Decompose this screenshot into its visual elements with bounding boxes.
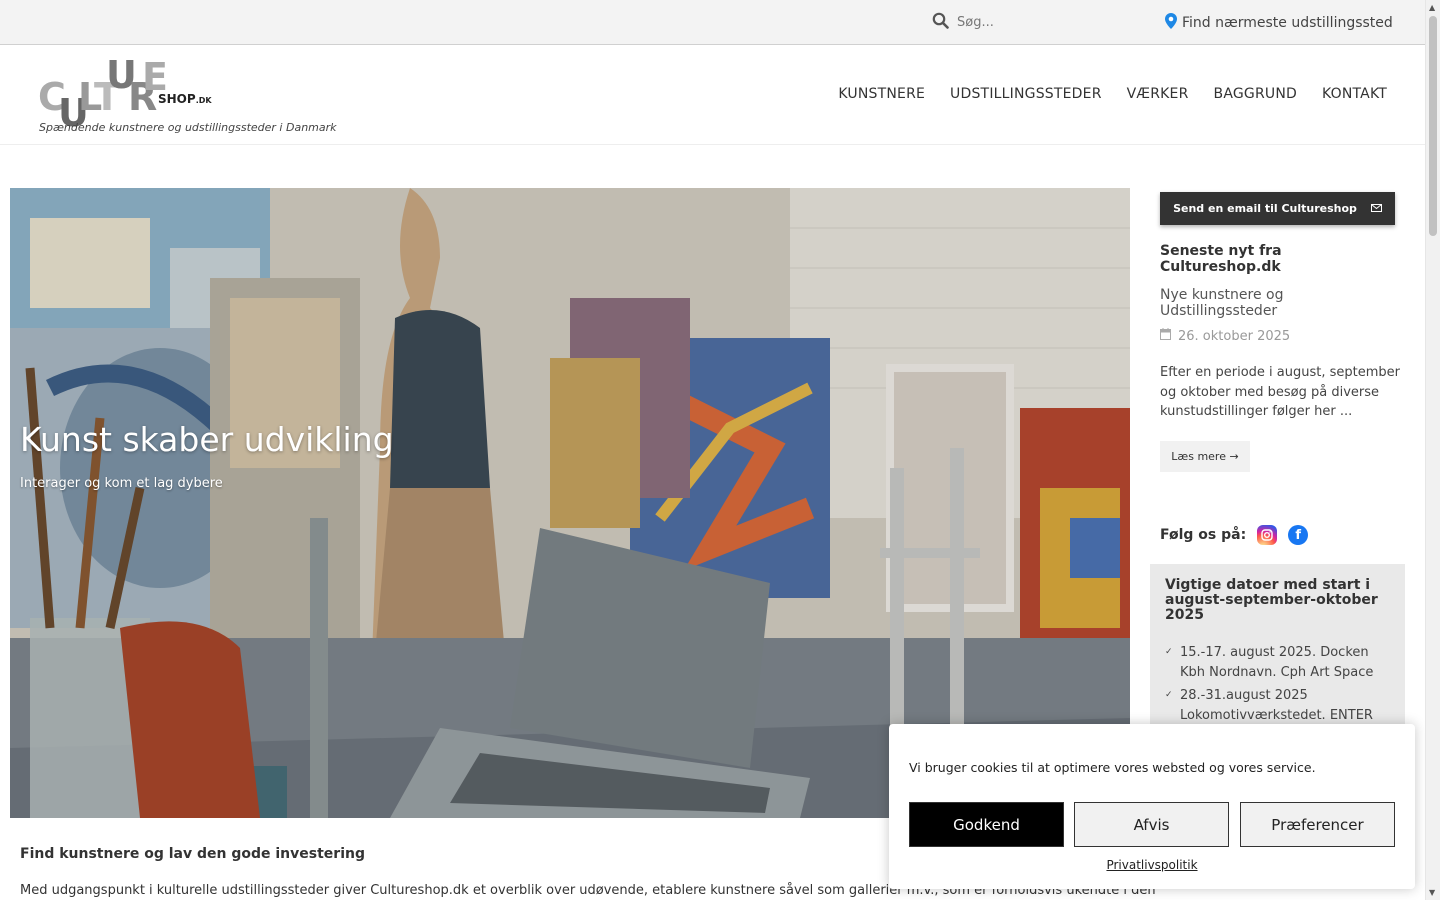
- logo-shop: SHOP.DK: [158, 92, 212, 106]
- cookie-consent-dialog: Vi bruger cookies til at optimere vores …: [889, 724, 1415, 889]
- site-header: C U L T U R E SHOP.DK Spændende kunstner…: [0, 46, 1425, 145]
- follow-us: Følg os på: f: [1160, 525, 1309, 545]
- nav-item-udstillingssteder[interactable]: UDSTILLINGSSTEDER: [950, 86, 1102, 102]
- find-nearest-location-label: Find nærmeste udstillingssted: [1182, 15, 1393, 31]
- privacy-policy-link[interactable]: Privatlivspolitik: [889, 858, 1415, 872]
- cookie-accept-button[interactable]: Godkend: [909, 802, 1064, 847]
- scroll-up-icon[interactable]: ▲: [1429, 3, 1435, 12]
- email-button-label: Send en email til Cultureshop: [1173, 202, 1357, 215]
- news-date-text: 26. oktober 2025: [1178, 328, 1291, 344]
- site-tagline: Spændende kunstnere og udstillingssteder…: [39, 121, 337, 134]
- list-item: 15.-17. august 2025. Docken Kbh Nordnavn…: [1165, 643, 1390, 682]
- find-nearest-location-link[interactable]: Find nærmeste udstillingssted: [1165, 13, 1393, 33]
- hero-subtitle: Interager og kom et lag dybere: [20, 476, 223, 491]
- logo-letter: E: [142, 55, 168, 99]
- scroll-down-icon[interactable]: ▼: [1429, 888, 1435, 897]
- news-post-title[interactable]: Nye kunstnere og Udstillingssteder: [1160, 287, 1340, 319]
- news-heading: Seneste nyt fra Cultureshop.dk: [1160, 243, 1282, 275]
- instagram-icon[interactable]: [1257, 525, 1278, 545]
- search-icon[interactable]: [932, 12, 949, 33]
- section-heading: Find kunstnere og lav den gode investeri…: [20, 846, 365, 862]
- scrollbar-thumb[interactable]: [1429, 16, 1437, 236]
- search-input[interactable]: [957, 15, 1107, 30]
- news-post-excerpt: Efter en periode i august, september og …: [1160, 365, 1400, 419]
- important-dates-box: Vigtige datoer med start i august-septem…: [1150, 564, 1405, 742]
- search-box: [932, 12, 1107, 33]
- site-logo[interactable]: C U L T U R E SHOP.DK: [38, 54, 238, 132]
- cookie-message: Vi bruger cookies til at optimere vores …: [909, 760, 1316, 775]
- nav-item-kontakt[interactable]: KONTAKT: [1322, 86, 1387, 102]
- top-bar: Find nærmeste udstillingssted: [0, 0, 1425, 45]
- news-post-date: 26. oktober 2025: [1160, 328, 1290, 344]
- calendar-icon: [1160, 328, 1171, 344]
- cookie-preferences-button[interactable]: Præferencer: [1240, 802, 1395, 847]
- read-more-button[interactable]: Læs mere →: [1160, 441, 1250, 472]
- location-pin-icon: [1165, 13, 1177, 33]
- follow-label: Følg os på:: [1160, 527, 1247, 543]
- important-dates-title: Vigtige datoer med start i august-septem…: [1165, 577, 1378, 623]
- nav-item-kunstnere[interactable]: KUNSTNERE: [838, 86, 925, 102]
- page: Find nærmeste udstillingssted C U L T U …: [0, 0, 1440, 900]
- cookie-deny-button[interactable]: Afvis: [1074, 802, 1229, 847]
- hero-title: Kunst skaber udvikling: [20, 420, 394, 459]
- mail-icon: [1370, 202, 1382, 215]
- page-scrollbar[interactable]: ▲ ▼: [1425, 0, 1440, 900]
- nav-item-vaerker[interactable]: VÆRKER: [1127, 86, 1189, 102]
- main-nav: KUNSTNERE UDSTILLINGSSTEDER VÆRKER BAGGR…: [838, 86, 1387, 102]
- email-cultureshop-button[interactable]: Send en email til Cultureshop: [1160, 192, 1395, 225]
- facebook-icon[interactable]: f: [1288, 525, 1309, 545]
- nav-item-baggrund[interactable]: BAGGRUND: [1214, 86, 1297, 102]
